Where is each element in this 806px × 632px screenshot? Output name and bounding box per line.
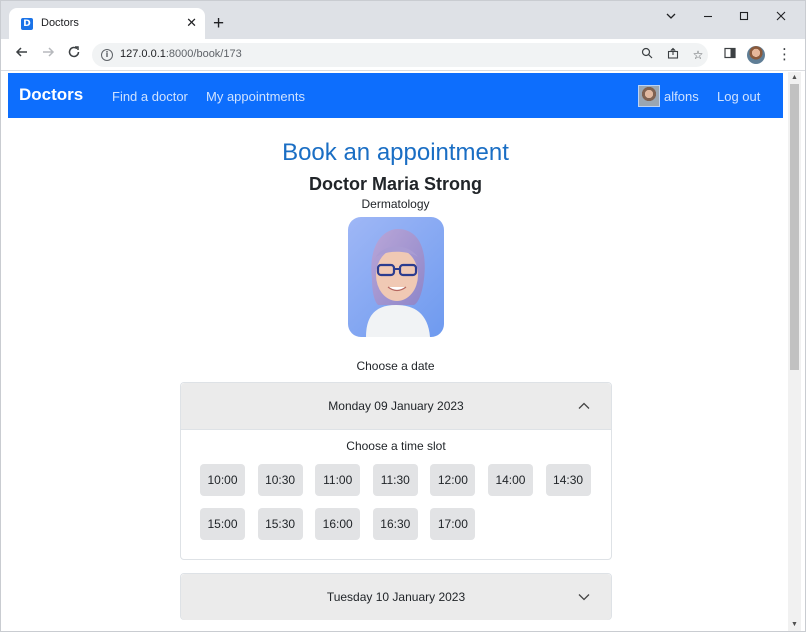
new-tab-icon[interactable]: +	[213, 14, 224, 34]
reload-icon[interactable]	[64, 45, 84, 65]
time-slot-button[interactable]: 11:00	[315, 464, 361, 496]
chevron-up-icon	[577, 399, 591, 413]
scroll-down-icon[interactable]: ▼	[788, 619, 801, 631]
time-slot-button[interactable]: 14:00	[487, 464, 533, 496]
browser-toolbar: i 127.0.0.1:8000/book/173 ☆ ⋮	[1, 39, 805, 71]
time-slot-button[interactable]: 10:00	[200, 464, 245, 496]
time-slot-button[interactable]: 17:00	[430, 508, 476, 540]
maximize-icon[interactable]	[734, 10, 754, 26]
site-info-icon[interactable]: i	[101, 49, 113, 61]
doctor-name: Doctor Maria Strong	[308, 174, 482, 194]
date-header[interactable]: Monday 09 January 2023	[181, 383, 611, 429]
forward-icon[interactable]	[38, 45, 58, 65]
time-slot-button[interactable]: 15:30	[257, 508, 303, 540]
date-label: Tuesday 10 January 2023	[326, 590, 466, 604]
address-bar[interactable]: i 127.0.0.1:8000/book/173 ☆	[92, 43, 708, 67]
user-avatar[interactable]	[638, 85, 660, 107]
minimize-icon[interactable]	[698, 10, 718, 26]
site-navbar: Doctors Find a doctor My appointments al…	[8, 73, 783, 118]
zoom-icon[interactable]	[638, 46, 656, 64]
nav-username[interactable]: alfons	[664, 89, 699, 104]
time-slot-button[interactable]: 16:00	[315, 508, 361, 540]
page-viewport: Doctors Find a doctor My appointments al…	[8, 72, 786, 631]
close-window-icon[interactable]	[771, 10, 791, 26]
side-panel-icon[interactable]	[720, 45, 740, 65]
time-slot-button[interactable]: 11:30	[372, 464, 418, 496]
date-label: Monday 09 January 2023	[328, 399, 464, 413]
bookmark-star-icon[interactable]: ☆	[689, 46, 707, 64]
vertical-scrollbar[interactable]: ▲ ▼	[788, 72, 801, 631]
url-text: 127.0.0.1:8000/book/173	[120, 48, 242, 60]
scroll-up-icon[interactable]: ▲	[788, 72, 801, 84]
time-slot-button[interactable]: 16:30	[372, 508, 418, 540]
nav-my-appointments[interactable]: My appointments	[206, 89, 305, 104]
browser-profile-avatar[interactable]	[747, 46, 765, 64]
tab-title: Doctors	[41, 17, 79, 29]
browser-window: D Doctors ✕ + i 127.0.0.1:8000/book/173 …	[0, 0, 806, 632]
time-slot-grid: 10:00 10:30 11:00 11:30 12:00 14:00 14:3…	[200, 464, 600, 540]
share-icon[interactable]	[664, 46, 682, 64]
brand-logo[interactable]: Doctors	[19, 85, 83, 105]
time-slot-title: Choose a time slot	[346, 439, 446, 453]
nav-find-doctor[interactable]: Find a doctor	[112, 89, 188, 104]
tab-close-icon[interactable]: ✕	[186, 15, 197, 31]
back-icon[interactable]	[12, 45, 32, 65]
time-slot-button[interactable]: 12:00	[430, 464, 476, 496]
date-accordion-item: Tuesday 10 January 2023	[180, 573, 612, 620]
page-title: Book an appointment	[282, 139, 509, 166]
date-header[interactable]: Tuesday 10 January 2023	[181, 574, 611, 620]
nav-logout[interactable]: Log out	[717, 89, 760, 104]
doctor-specialty: Dermatology	[361, 197, 430, 211]
choose-date-label: Choose a date	[356, 359, 435, 373]
doctor-photo	[348, 217, 444, 337]
date-accordion-item: Monday 09 January 2023 Choose a time slo…	[180, 382, 612, 560]
chevron-down-icon	[577, 590, 591, 604]
url-host: 127.0.0.1	[120, 48, 166, 60]
url-path: :8000/book/173	[165, 48, 242, 60]
browser-tab[interactable]: D Doctors ✕	[9, 8, 205, 39]
browser-menu-icon[interactable]: ⋮	[777, 45, 792, 65]
tab-strip: D Doctors ✕ +	[1, 1, 805, 39]
favicon-icon: D	[21, 18, 33, 30]
time-slot-button[interactable]: 10:30	[257, 464, 303, 496]
tab-search-chevron-icon[interactable]	[661, 10, 681, 26]
time-slot-button[interactable]: 15:00	[200, 508, 245, 540]
time-slot-button[interactable]: 14:30	[545, 464, 591, 496]
time-slot-panel: Choose a time slot 10:00 10:30 11:00 11:…	[181, 429, 611, 559]
scrollbar-thumb[interactable]	[790, 84, 799, 370]
